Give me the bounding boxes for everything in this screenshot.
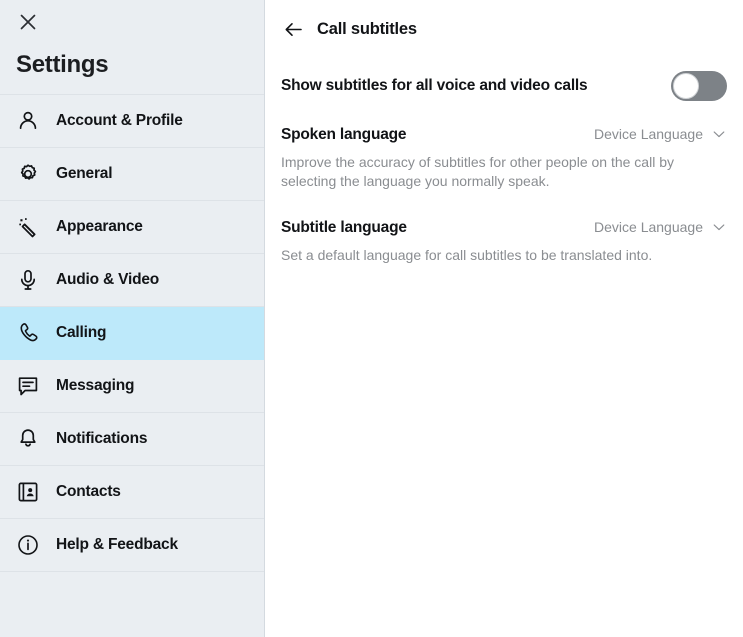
sidebar-item-contacts[interactable]: Contacts: [0, 466, 264, 519]
sidebar-item-label: General: [56, 165, 112, 183]
spoken-language-block: Spoken language Device Language Improve …: [281, 126, 727, 191]
page-title: Settings: [0, 44, 264, 92]
spoken-language-dropdown[interactable]: Device Language: [594, 126, 727, 142]
sidebar-item-calling[interactable]: Calling: [0, 307, 264, 360]
spoken-language-description: Improve the accuracy of subtitles for ot…: [281, 153, 721, 191]
sidebar-item-messaging[interactable]: Messaging: [0, 360, 264, 413]
microphone-icon: [14, 266, 42, 294]
settings-content-panel: Call subtitles Show subtitles for all vo…: [265, 0, 743, 637]
settings-window: Settings Account & Profile: [0, 0, 743, 637]
content-header: Call subtitles: [281, 0, 727, 58]
person-icon: [14, 107, 42, 135]
sidebar-item-label: Appearance: [56, 218, 143, 236]
subtitle-language-dropdown[interactable]: Device Language: [594, 219, 727, 235]
spoken-language-value: Device Language: [594, 126, 703, 142]
show-subtitles-label: Show subtitles for all voice and video c…: [281, 77, 587, 95]
arrow-left-icon[interactable]: [281, 17, 305, 41]
chevron-down-icon: [711, 219, 727, 235]
magic-wand-icon: [14, 213, 42, 241]
sidebar-item-label: Calling: [56, 324, 106, 342]
gear-icon: [14, 160, 42, 188]
sidebar-item-label: Help & Feedback: [56, 536, 178, 554]
content-title: Call subtitles: [317, 20, 417, 39]
sidebar-item-appearance[interactable]: Appearance: [0, 201, 264, 254]
phone-icon: [14, 319, 42, 347]
info-circle-icon: [14, 531, 42, 559]
sidebar-item-account-profile[interactable]: Account & Profile: [0, 95, 264, 148]
spoken-language-label: Spoken language: [281, 126, 406, 144]
sidebar-item-label: Notifications: [56, 430, 147, 448]
sidebar-item-help-feedback[interactable]: Help & Feedback: [0, 519, 264, 572]
spoken-language-row: Spoken language Device Language: [281, 126, 727, 144]
subtitle-language-value: Device Language: [594, 219, 703, 235]
settings-sidebar: Settings Account & Profile: [0, 0, 265, 637]
show-subtitles-row: Show subtitles for all voice and video c…: [281, 60, 727, 112]
subtitle-language-block: Subtitle language Device Language Set a …: [281, 219, 727, 265]
close-icon[interactable]: [14, 8, 42, 36]
sidebar-nav: Account & Profile General: [0, 94, 264, 572]
show-subtitles-toggle[interactable]: [671, 71, 727, 101]
sidebar-item-general[interactable]: General: [0, 148, 264, 201]
bell-icon: [14, 425, 42, 453]
sidebar-item-label: Contacts: [56, 483, 121, 501]
subtitle-language-label: Subtitle language: [281, 219, 407, 237]
address-book-icon: [14, 478, 42, 506]
subtitle-language-description: Set a default language for call subtitle…: [281, 246, 721, 265]
sidebar-item-audio-video[interactable]: Audio & Video: [0, 254, 264, 307]
chevron-down-icon: [711, 126, 727, 142]
sidebar-item-label: Audio & Video: [56, 271, 159, 289]
sidebar-item-label: Account & Profile: [56, 112, 183, 130]
toggle-knob: [673, 73, 699, 99]
subtitle-language-row: Subtitle language Device Language: [281, 219, 727, 237]
sidebar-header: [0, 0, 264, 44]
sidebar-item-notifications[interactable]: Notifications: [0, 413, 264, 466]
chat-bubble-icon: [14, 372, 42, 400]
sidebar-item-label: Messaging: [56, 377, 134, 395]
